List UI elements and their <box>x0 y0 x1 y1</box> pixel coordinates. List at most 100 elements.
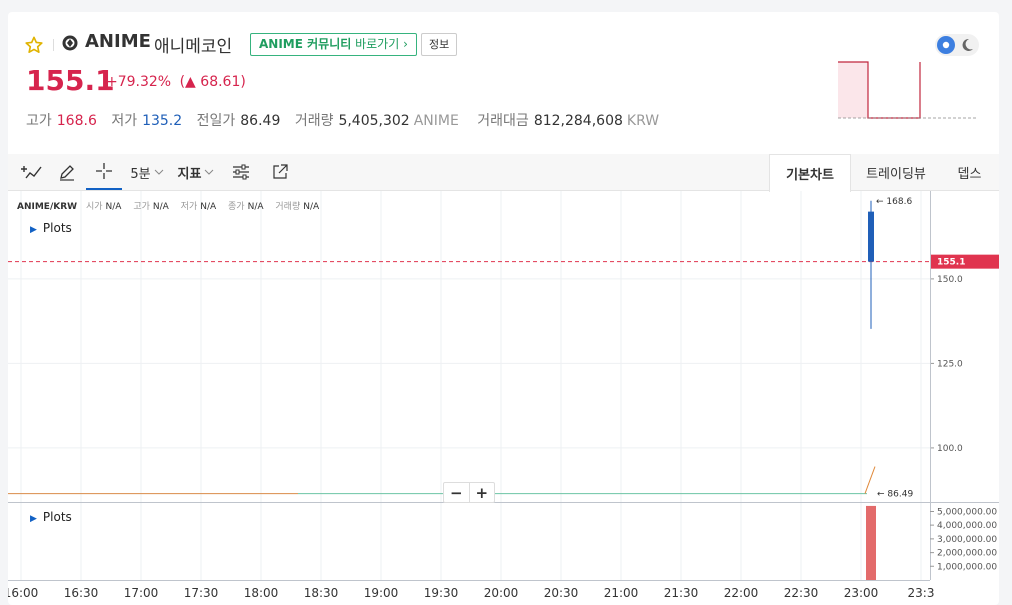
star-icon[interactable] <box>25 36 43 54</box>
x-tick-label: 18:00 <box>244 586 279 600</box>
line-tools-icon <box>21 166 42 179</box>
external-link-icon <box>273 164 288 179</box>
crosshair-button[interactable] <box>86 154 122 190</box>
community-link-label: 바로가기 › <box>351 37 408 51</box>
up-arrow-icon: ▲ <box>185 74 196 90</box>
community-name: ANIME 커뮤니티 <box>259 37 352 51</box>
change-percent: +79.32% <box>106 74 172 90</box>
x-tick-label: 19:00 <box>364 586 399 600</box>
divider <box>53 39 54 51</box>
zoom-out-button[interactable]: − <box>444 483 469 502</box>
tab-tradingview[interactable]: 트레이딩뷰 <box>852 154 940 191</box>
popout-button[interactable] <box>267 154 293 190</box>
ohlc-open-label: 시가 <box>85 202 103 212</box>
current-price: 155.1 <box>26 64 115 97</box>
plots-label: Plots <box>42 221 72 235</box>
x-tick-label: 18:30 <box>304 586 339 600</box>
coin-name: 애니메코인 <box>154 37 233 57</box>
amount-unit: KRW <box>626 113 660 129</box>
settings-button[interactable] <box>228 154 254 190</box>
x-tick-label: 17:00 <box>124 586 159 600</box>
expand-triangle-icon: ▶ <box>30 225 37 235</box>
crosshair-icon <box>96 163 112 179</box>
chevron-down-icon <box>154 169 163 175</box>
zoom-in-button[interactable]: + <box>468 483 495 502</box>
change-abs-wrapper: (▲ 68.61) <box>179 74 246 90</box>
volume-bar <box>866 505 876 580</box>
volume-label: 거래량 <box>294 113 334 129</box>
x-tick-label: 20:30 <box>544 586 579 600</box>
expand-triangle-icon: ▶ <box>30 514 37 524</box>
x-tick-label: 16:00 <box>8 586 38 600</box>
ohlc-legend: ANIME/KRW 시가 N/A 고가 N/A 저가 N/A 종가 N/A 거래량 N/A <box>17 199 328 212</box>
market-stats: 고가 168.6 저가 135.2 전일가 86.49 거래량 5,405,302 ANI… <box>26 110 673 130</box>
vol-tick-label: 5,000,000.00 <box>937 507 997 517</box>
x-tick-label: 19:30 <box>424 586 459 600</box>
volume-value: 5,405,302 <box>338 113 410 129</box>
line-tools-button[interactable] <box>14 154 48 190</box>
volume-plots-toggle[interactable]: ▶ Plots <box>30 510 72 524</box>
low-label: 저가 <box>111 113 138 129</box>
vol-tick-label: 2,000,000.00 <box>937 549 997 559</box>
interval-select[interactable]: 5분 <box>125 154 169 190</box>
chevron-down-icon <box>205 169 214 175</box>
current-price-tag-label: 155.1 <box>937 258 965 268</box>
ohlc-open-value: N/A <box>105 202 122 212</box>
change-abs: 68.61 <box>200 74 241 90</box>
price-change: +79.32% (▲ 68.61) <box>106 74 246 90</box>
x-tick-label: 16:30 <box>64 586 99 600</box>
x-tick-label: 22:00 <box>724 586 759 600</box>
x-tick-label: 21:00 <box>604 586 639 600</box>
coin-symbol: ANIME <box>85 31 151 52</box>
x-tick-label: 22:30 <box>784 586 819 600</box>
price-plots-toggle[interactable]: ▶ Plots <box>30 221 72 235</box>
ohlc-volume-value: N/A <box>303 202 320 212</box>
x-tick-label: 23:3 <box>908 586 935 600</box>
coin-panel: ANIME 애니메코인 ANIME 커뮤니티 바로가기 › 정보 155.1 +… <box>8 12 999 605</box>
chart-canvas[interactable]: 150.0 125.0 100.0 ← 86.49 155.1 ← 168.6 5,000,… <box>8 191 999 605</box>
community-link-button[interactable]: ANIME 커뮤니티 바로가기 › <box>250 33 417 56</box>
chart-toolbar: 5분 지표 기본차트 트레이딩뷰 뎁스 <box>8 154 999 192</box>
ohlc-high-label: 고가 <box>133 202 150 212</box>
x-tick-label: 23:00 <box>844 586 879 600</box>
ohlc-close-label: 종가 <box>228 202 245 212</box>
info-button[interactable]: 정보 <box>421 33 458 56</box>
y-tick-label: 150.0 <box>937 275 963 285</box>
vol-tick-label: 4,000,000.00 <box>937 521 997 531</box>
draw-button[interactable] <box>51 154 83 190</box>
zoom-controls: − + <box>443 482 495 503</box>
ohlc-volume-label: 거래량 <box>275 202 301 212</box>
prev-close-label: 전일가 <box>196 113 236 129</box>
ohlc-low-label: 저가 <box>180 202 198 212</box>
interval-label: 5분 <box>130 166 151 182</box>
high-marker: ← 168.6 <box>876 197 912 207</box>
vol-tick-label: 3,000,000.00 <box>937 535 997 545</box>
high-label: 고가 <box>26 113 52 129</box>
high-value: 168.6 <box>56 113 97 129</box>
ohlc-low-value: N/A <box>200 202 217 212</box>
price-chart[interactable]: 150.0 125.0 100.0 ← 86.49 155.1 ← 168.6 5,000,… <box>8 191 999 605</box>
plots-label: Plots <box>42 510 72 524</box>
coin-logo-icon <box>62 35 78 51</box>
prev-close-tick <box>864 466 876 494</box>
ohlc-close-value: N/A <box>247 202 264 212</box>
tab-basic-chart[interactable]: 기본차트 <box>769 154 851 192</box>
prev-close-marker: ← 86.49 <box>877 490 913 500</box>
y-tick-label: 100.0 <box>937 444 963 454</box>
sliders-icon <box>233 164 249 180</box>
y-tick-label: 125.0 <box>937 359 963 369</box>
coin-header: ANIME 애니메코인 ANIME 커뮤니티 바로가기 › 정보 155.1 +… <box>8 12 999 154</box>
prev-close-value: 86.49 <box>240 113 281 129</box>
volume-unit: ANIME <box>413 113 459 129</box>
x-tick-label: 21:30 <box>664 586 699 600</box>
indicator-label: 지표 <box>177 166 202 182</box>
mini-chart <box>838 61 978 119</box>
candle-body <box>868 211 874 262</box>
pair-label: ANIME/KRW <box>17 202 78 212</box>
indicator-select[interactable]: 지표 <box>173 154 219 190</box>
tab-depth[interactable]: 뎁스 <box>940 154 999 191</box>
amount-value: 812,284,608 <box>533 113 623 129</box>
vol-tick-label: 1,000,000.00 <box>937 562 997 572</box>
x-tick-label: 20:00 <box>484 586 519 600</box>
amount-label: 거래대금 <box>477 113 529 129</box>
